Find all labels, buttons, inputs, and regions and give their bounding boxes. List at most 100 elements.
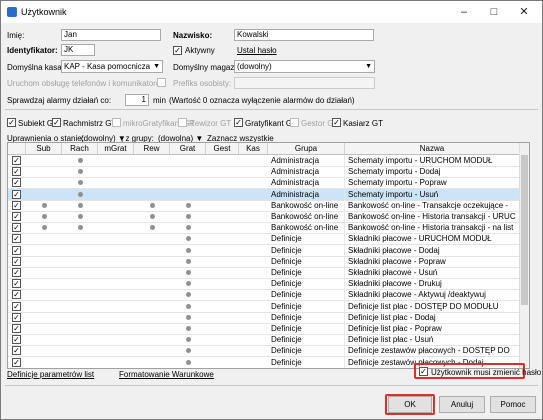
imie-input[interactable]: Jan — [61, 29, 161, 41]
column-header[interactable]: Kas — [239, 143, 268, 154]
user-dialog: Użytkownik – □ ✕ Imię: Jan Nazwisko: Kow… — [0, 0, 543, 420]
grupa-cell: Bankowość on-line — [271, 222, 345, 234]
row-checkbox[interactable]: ✓ — [12, 268, 21, 277]
grupa-cell: Definicje — [271, 334, 345, 346]
row-checkbox[interactable]: ✓ — [12, 156, 21, 165]
must-change-password-checkbox[interactable]: ✓ — [419, 367, 428, 376]
role-checkbox[interactable]: ✓ — [7, 118, 16, 127]
nazwisko-input[interactable]: Kowalski — [234, 29, 374, 41]
permission-dot-icon — [185, 292, 191, 298]
vertical-scrollbar[interactable] — [519, 143, 529, 368]
telefon-checkbox[interactable] — [157, 78, 166, 87]
grupa-cell: Definicje — [271, 345, 345, 357]
role-label: Rachmistrz GT — [63, 119, 117, 128]
permission-dot-icon — [185, 326, 191, 331]
aktywny-checkbox[interactable]: ✓ — [173, 46, 182, 55]
column-header[interactable]: Grupa — [268, 143, 345, 154]
alarmy-note: (Wartość 0 oznacza wyłączenie alarmów do… — [169, 96, 355, 105]
row-checkbox[interactable]: ✓ — [12, 290, 21, 300]
permission-dot-icon — [77, 169, 83, 175]
row-checkbox[interactable]: ✓ — [12, 301, 21, 311]
permission-dot-icon — [41, 225, 47, 231]
role-checkbox[interactable]: ✓ — [234, 118, 243, 127]
column-header[interactable]: Sub — [26, 143, 62, 154]
table-row[interactable]: ✓ Definicje Składniki płacowe - Dodaj — [8, 244, 529, 257]
cancel-button[interactable]: Anuluj — [439, 396, 485, 413]
column-header[interactable] — [8, 143, 26, 154]
prefiks-input[interactable] — [234, 77, 375, 89]
nazwa-cell: Definicje list płac - Popraw — [348, 323, 520, 334]
table-row[interactable]: ✓ Definicje Składniki płacowe - Usuń — [8, 267, 529, 279]
maximize-button[interactable]: □ — [479, 1, 509, 23]
table-row[interactable]: ✓ Definicje Definicje list płac - DOSTĘP D… — [8, 300, 529, 313]
column-header[interactable]: Grat — [170, 143, 206, 154]
ustal-haslo-link[interactable]: Ustal hasło — [237, 46, 277, 55]
table-row[interactable]: ✓ Definicje Składniki płacowe - Popraw — [8, 255, 529, 268]
table-row[interactable]: ✓ Definicje Składniki płacowe - URUCHOM MO… — [8, 233, 529, 246]
row-checkbox[interactable]: ✓ — [12, 357, 21, 367]
row-checkbox[interactable]: ✓ — [12, 312, 21, 322]
row-checkbox[interactable]: ✓ — [12, 178, 21, 188]
permission-dot-icon — [77, 158, 83, 163]
column-header[interactable]: Gest — [206, 143, 239, 154]
row-checkbox[interactable]: ✓ — [12, 167, 21, 177]
definicje-parametrow-link[interactable]: Definicje parametrów list — [7, 370, 94, 379]
scrollbar-thumb[interactable] — [521, 155, 528, 305]
nazwa-cell: Bankowość on-line - Transakcje oczekując… — [348, 199, 520, 211]
column-header[interactable]: mGrat — [98, 143, 134, 154]
table-row[interactable]: ✓ Administracja Schematy importu - URUCHOM… — [8, 155, 529, 167]
table-row[interactable]: ✓ Bankowość on-line Bankowość on-line - Hi… — [8, 211, 529, 223]
grupa-cell: Definicje — [271, 311, 345, 323]
table-row[interactable]: ✓ Definicje Definicje zestawów płacowych -… — [8, 345, 529, 358]
grupa-cell: Administracja — [271, 188, 345, 200]
table-row[interactable]: ✓ Definicje Definicje list płac - Usuń — [8, 334, 529, 347]
table-row[interactable]: ✓ Administracja Schematy importu - Popraw — [8, 177, 529, 190]
magazyn-select[interactable]: (dowolny) ▼ — [234, 60, 375, 73]
aktywny-label: Aktywny — [185, 46, 215, 55]
grupa-cell: Definicje — [271, 323, 345, 334]
row-checkbox[interactable]: ✓ — [12, 212, 21, 221]
role-checkbox[interactable] — [112, 118, 121, 127]
ok-button[interactable]: OK — [388, 396, 432, 413]
row-checkbox[interactable]: ✓ — [12, 200, 21, 210]
table-row[interactable]: ✓ Definicje Definicje list płac - Dodaj — [8, 311, 529, 324]
role-checkbox[interactable]: ✓ — [332, 118, 341, 127]
row-checkbox[interactable]: ✓ — [12, 346, 21, 356]
role-checkbox[interactable]: ✓ — [52, 118, 61, 127]
minimize-button[interactable]: – — [449, 1, 479, 23]
identyfikator-input[interactable]: JK — [61, 44, 95, 56]
row-checkbox[interactable]: ✓ — [12, 256, 21, 266]
nazwa-cell: Bankowość on-line - Historia transakcji … — [348, 211, 520, 222]
help-button[interactable]: Pomoc — [490, 396, 536, 413]
column-header[interactable]: Rew — [134, 143, 170, 154]
table-row[interactable]: ✓ Definicje Definicje list płac - Popraw — [8, 323, 529, 335]
formatowanie-warunkowe-link[interactable]: Formatowanie Warunkowe — [119, 370, 214, 379]
column-header[interactable]: Rach — [62, 143, 98, 154]
permission-dot-icon — [41, 202, 47, 208]
chevron-down-icon: ▼ — [153, 63, 160, 70]
row-checkbox[interactable]: ✓ — [12, 324, 21, 333]
alarmy-input[interactable]: 1 — [125, 94, 149, 106]
row-checkbox[interactable]: ✓ — [12, 234, 21, 244]
column-header[interactable]: Nazwa — [345, 143, 520, 154]
permission-dot-icon — [77, 225, 83, 231]
role-checkbox[interactable] — [178, 118, 187, 127]
imie-label: Imię: — [7, 31, 25, 40]
row-checkbox[interactable]: ✓ — [12, 335, 21, 345]
table-row[interactable]: ✓ Bankowość on-line Bankowość on-line - Hi… — [8, 222, 529, 235]
row-checkbox[interactable]: ✓ — [12, 245, 21, 255]
table-row[interactable]: ✓ Definicje Składniki płacowe - Drukuj — [8, 278, 529, 291]
row-checkbox[interactable]: ✓ — [12, 189, 21, 199]
row-checkbox[interactable]: ✓ — [12, 223, 21, 233]
table-row[interactable]: ✓ Administracja Schematy importu - Usuń — [8, 188, 529, 201]
role-checkbox[interactable] — [290, 118, 299, 127]
close-button[interactable]: ✕ — [509, 1, 539, 23]
permission-dot-icon — [185, 270, 191, 275]
row-checkbox[interactable]: ✓ — [12, 279, 21, 289]
table-row[interactable]: ✓ Bankowość on-line Bankowość on-line - Tr… — [8, 199, 529, 212]
kasa-select[interactable]: KAP - Kasa pomocnicza ▼ — [61, 60, 163, 73]
kasa-select-value: KAP - Kasa pomocnicza — [64, 62, 151, 71]
permission-dot-icon — [185, 314, 191, 320]
table-row[interactable]: ✓ Administracja Schematy importu - Dodaj — [8, 166, 529, 179]
table-row[interactable]: ✓ Definicje Składniki płacowe - Aktywuj /d… — [8, 289, 529, 302]
